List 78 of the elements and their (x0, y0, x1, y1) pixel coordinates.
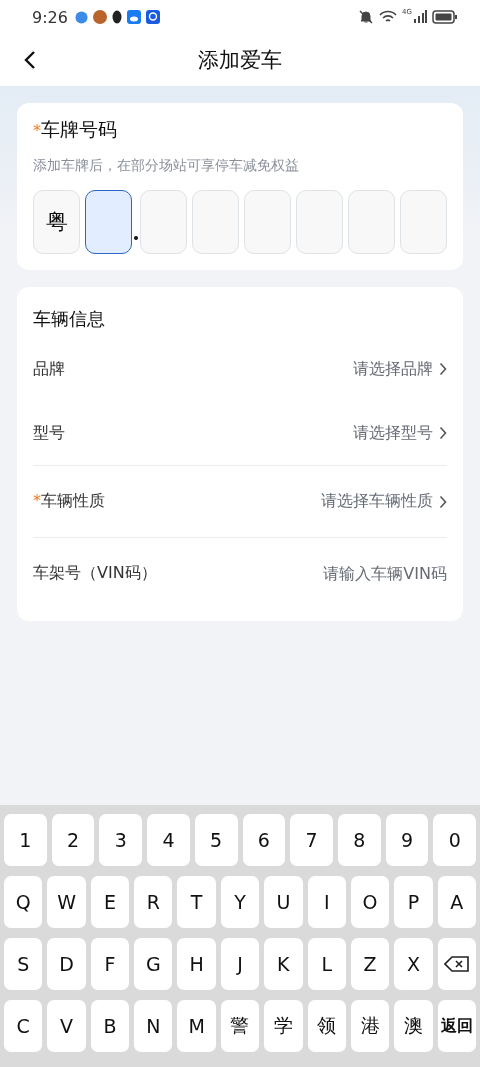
return-key[interactable]: 返回 (437, 1000, 476, 1052)
keyboard-key[interactable]: 9 (385, 814, 429, 866)
keyboard-key[interactable]: 6 (242, 814, 286, 866)
keyboard-key[interactable]: T (177, 876, 216, 928)
keyboard-key[interactable]: 0 (433, 814, 477, 866)
keyboard-key[interactable]: F (90, 938, 130, 990)
keyboard-key[interactable]: X (394, 938, 433, 990)
separator-dot (134, 236, 138, 240)
keyboard-key[interactable]: U (264, 876, 303, 928)
select-placeholder: 请选择型号 (353, 422, 433, 444)
keyboard-key[interactable]: I (307, 876, 346, 928)
weather-icon (126, 10, 141, 24)
plate-input-cell[interactable]: 粤 (33, 190, 80, 254)
keyboard-key[interactable]: L (307, 938, 346, 990)
keyboard-key[interactable]: Z (350, 938, 390, 990)
field-label: 型号 (33, 422, 65, 442)
keyboard-key[interactable]: 警 (220, 1000, 260, 1052)
keyboard-key[interactable]: D (47, 938, 86, 990)
keyboard-key[interactable]: 7 (290, 814, 333, 866)
field-label: 品牌 (33, 358, 65, 378)
keyboard-key[interactable]: M (177, 1000, 216, 1052)
select-placeholder: 请选择品牌 (353, 358, 433, 380)
keyboard-key[interactable]: K (264, 938, 303, 990)
vehicle-field-row[interactable]: *车辆性质 请选择车辆性质 (33, 465, 447, 537)
vehicle-field-row[interactable]: 型号 请选择型号 (33, 401, 447, 465)
vehicle-field-row[interactable]: 品牌 请选择品牌 (33, 337, 447, 401)
plate-input-cell[interactable] (85, 190, 132, 254)
back-icon (24, 50, 36, 70)
keyboard-key[interactable]: P (394, 876, 433, 928)
keyboard-key[interactable]: 港 (350, 1000, 390, 1052)
keyboard-key[interactable]: R (134, 876, 173, 928)
plate-title: 车牌号码 (41, 118, 117, 140)
keyboard-key[interactable]: 3 (99, 814, 143, 866)
bell-muted-icon (358, 9, 375, 25)
required-mark: * (33, 121, 41, 140)
keyboard-key[interactable]: V (47, 1000, 86, 1052)
vehicle-title: 车辆信息 (33, 307, 106, 331)
keyboard-key[interactable]: 领 (307, 1000, 346, 1052)
keyboard-key[interactable]: 8 (337, 814, 381, 866)
signal-icon (413, 10, 427, 24)
vehicle-field-row[interactable]: 车架号（VIN码） 请输入车辆VIN码 (33, 537, 447, 609)
backspace-key[interactable] (437, 938, 476, 990)
keyboard-key[interactable]: N (134, 1000, 173, 1052)
keyboard-key[interactable]: A (437, 876, 476, 928)
keyboard-key[interactable]: S (4, 938, 43, 990)
keyboard-key[interactable]: 学 (264, 1000, 303, 1052)
page-title: 添加爱车 (198, 47, 282, 74)
keyboard-key[interactable]: E (90, 876, 130, 928)
app-notification-icon (74, 10, 88, 24)
chevron-right-icon (439, 426, 447, 440)
keyboard-key[interactable]: B (90, 1000, 130, 1052)
wifi-icon (379, 10, 398, 24)
keyboard-key[interactable]: 5 (194, 814, 238, 866)
chevron-right-icon (439, 494, 447, 509)
keyboard-key[interactable]: G (134, 938, 173, 990)
field-label: 车架号（VIN码） (33, 563, 157, 582)
plate-hint: 添加车牌后，在部分场站可享停车减免权益 (33, 157, 300, 175)
keyboard-key[interactable]: Q (4, 876, 43, 928)
keyboard-key[interactable]: O (350, 876, 390, 928)
status-time: 9:26 (32, 7, 68, 27)
vin-input-field[interactable]: 请输入车辆VIN码 (287, 564, 447, 583)
required-mark: * (33, 491, 41, 510)
keyboard-key[interactable]: W (47, 876, 86, 928)
keyboard-key[interactable]: 2 (51, 814, 95, 866)
app-notification-icon (92, 10, 107, 24)
keyboard-key[interactable]: 4 (147, 814, 190, 866)
keyboard-key[interactable]: 澳 (394, 1000, 433, 1052)
keyboard-key[interactable]: H (177, 938, 216, 990)
field-label: 车辆性质 (41, 491, 105, 510)
keyboard-key[interactable]: J (220, 938, 260, 990)
battery-icon (432, 10, 458, 24)
keyboard-key[interactable]: Y (220, 876, 260, 928)
select-placeholder: 请选择车辆性质 (321, 491, 433, 512)
keyboard-key[interactable]: 1 (4, 814, 47, 866)
app-notification-icon (145, 10, 160, 24)
keyboard-key[interactable]: C (4, 1000, 43, 1052)
chevron-right-icon (439, 362, 447, 376)
backspace-icon (443, 955, 470, 973)
